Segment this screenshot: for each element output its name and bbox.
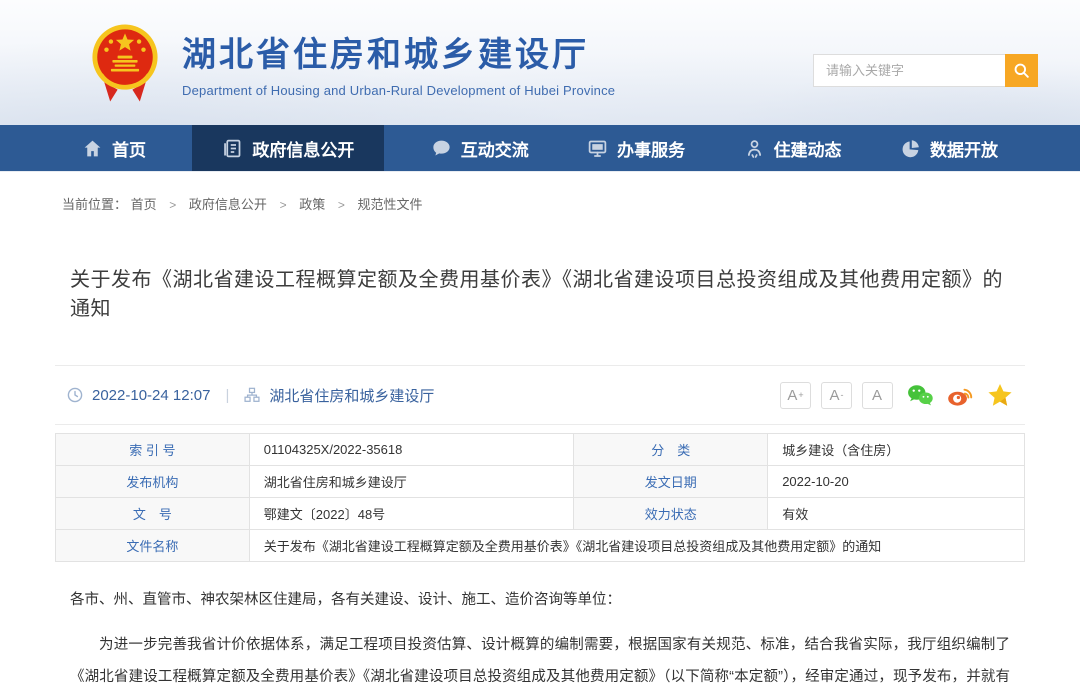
validity-label: 效力状态 — [574, 498, 768, 530]
breadcrumb-item-normative-docs[interactable]: 规范性文件 — [357, 197, 422, 212]
breadcrumb-item-policy[interactable]: 政策 — [299, 197, 325, 212]
font-increase-button[interactable]: A+ — [780, 382, 811, 409]
nav-item-gov-info[interactable]: 政府信息公开 — [192, 125, 384, 171]
monitor-icon — [587, 138, 608, 159]
publish-time: 2022-10-24 12:07 — [92, 387, 210, 404]
breadcrumb-separator: > — [338, 198, 345, 212]
table-row: 索 引 号 01104325X/2022-35618 分 类 城乡建设（含住房） — [56, 434, 1025, 466]
article-title: 关于发布《湖北省建设工程概算定额及全费用基价表》《湖北省建设项目总投资组成及其他… — [55, 263, 1025, 321]
category-label: 分 类 — [574, 434, 768, 466]
category-value: 城乡建设（含住房） — [768, 434, 1025, 466]
search-input[interactable] — [813, 54, 1005, 87]
search-box — [813, 54, 1038, 87]
nav-label: 首页 — [112, 136, 146, 161]
article-body: 各市、州、直管市、神农架林区住建局，各有关建设、设计、施工、造价咨询等单位： 为… — [55, 562, 1025, 699]
search-icon — [1012, 61, 1031, 80]
nav-label: 互动交流 — [461, 136, 529, 161]
nav-label: 政府信息公开 — [252, 136, 354, 161]
page: 湖北省住房和城乡建设厅 Department of Housing and Ur… — [0, 0, 1080, 699]
issue-date-value: 2022-10-20 — [768, 466, 1025, 498]
qzone-share-icon[interactable] — [987, 382, 1013, 408]
index-number-value: 01104325X/2022-35618 — [249, 434, 574, 466]
breadcrumb-separator: > — [280, 198, 287, 212]
wechat-share-icon[interactable] — [907, 382, 933, 408]
site-header: 湖北省住房和城乡建设厅 Department of Housing and Ur… — [0, 0, 1080, 125]
breadcrumb-item-home[interactable]: 首页 — [131, 197, 157, 212]
table-row: 文 号 鄂建文〔2022〕48号 效力状态 有效 — [56, 498, 1025, 530]
brand-text: 湖北省住房和城乡建设厅 Department of Housing and Ur… — [182, 27, 615, 98]
nav-item-open-data[interactable]: 数据开放 — [888, 125, 1010, 171]
site-subtitle: Department of Housing and Urban-Rural De… — [182, 83, 615, 98]
home-icon — [82, 138, 103, 159]
chat-bubble-icon — [431, 138, 452, 159]
doc-number-label: 文 号 — [56, 498, 250, 530]
person-badge-icon — [744, 138, 765, 159]
organization-icon — [244, 387, 260, 403]
doc-number-value: 鄂建文〔2022〕48号 — [249, 498, 574, 530]
issuing-agency-label: 发布机构 — [56, 466, 250, 498]
issue-date-label: 发文日期 — [574, 466, 768, 498]
validity-value: 有效 — [768, 498, 1025, 530]
national-emblem-logo — [88, 21, 162, 105]
meta-divider: | — [225, 387, 229, 404]
source-link[interactable]: 湖北省住房和城乡建设厅 — [269, 385, 434, 406]
clock-icon — [67, 387, 83, 403]
nav-label: 数据开放 — [930, 136, 998, 161]
breadcrumb-label: 当前位置： — [62, 197, 127, 212]
breadcrumb-item-gov-info[interactable]: 政府信息公开 — [189, 197, 267, 212]
nav-item-services[interactable]: 办事服务 — [575, 125, 697, 171]
site-title: 湖北省住房和城乡建设厅 — [182, 27, 615, 76]
nav-item-interaction[interactable]: 互动交流 — [419, 125, 541, 171]
breadcrumb: 当前位置： 首页 > 政府信息公开 > 政策 > 规范性文件 — [55, 194, 1025, 213]
breadcrumb-separator: > — [169, 198, 176, 212]
issuing-agency-value: 湖北省住房和城乡建设厅 — [249, 466, 574, 498]
document-info-table: 索 引 号 01104325X/2022-35618 分 类 城乡建设（含住房）… — [55, 433, 1025, 562]
font-decrease-button[interactable]: A- — [821, 382, 852, 409]
nav-label: 住建动态 — [774, 136, 842, 161]
pie-chart-icon — [900, 138, 921, 159]
nav-item-news[interactable]: 住建动态 — [732, 125, 854, 171]
main-nav: 首页 政府信息公开 互动交流 — [0, 125, 1080, 172]
file-title-label: 文件名称 — [56, 530, 250, 562]
table-row: 发布机构 湖北省住房和城乡建设厅 发文日期 2022-10-20 — [56, 466, 1025, 498]
nav-item-home[interactable]: 首页 — [70, 125, 158, 171]
search-button[interactable] — [1005, 54, 1038, 87]
salutation-paragraph: 各市、州、直管市、神农架林区住建局，各有关建设、设计、施工、造价咨询等单位： — [70, 584, 1010, 616]
font-default-button[interactable]: A — [862, 382, 893, 409]
file-title-value: 关于发布《湖北省建设工程概算定额及全费用基价表》《湖北省建设项目总投资组成及其他… — [249, 530, 1024, 562]
weibo-share-icon[interactable] — [947, 382, 973, 408]
index-number-label: 索 引 号 — [56, 434, 250, 466]
article: 关于发布《湖北省建设工程概算定额及全费用基价表》《湖北省建设项目总投资组成及其他… — [55, 263, 1025, 699]
article-meta-row: 2022-10-24 12:07 | 湖北省住房和城乡建设厅 A+ — [55, 365, 1025, 425]
table-row: 文件名称 关于发布《湖北省建设工程概算定额及全费用基价表》《湖北省建设项目总投资… — [56, 530, 1025, 562]
body-paragraph: 为进一步完善我省计价依据体系，满足工程项目投资估算、设计概算的编制需要，根据国家… — [70, 629, 1010, 699]
nav-label: 办事服务 — [617, 136, 685, 161]
document-icon — [222, 138, 243, 159]
